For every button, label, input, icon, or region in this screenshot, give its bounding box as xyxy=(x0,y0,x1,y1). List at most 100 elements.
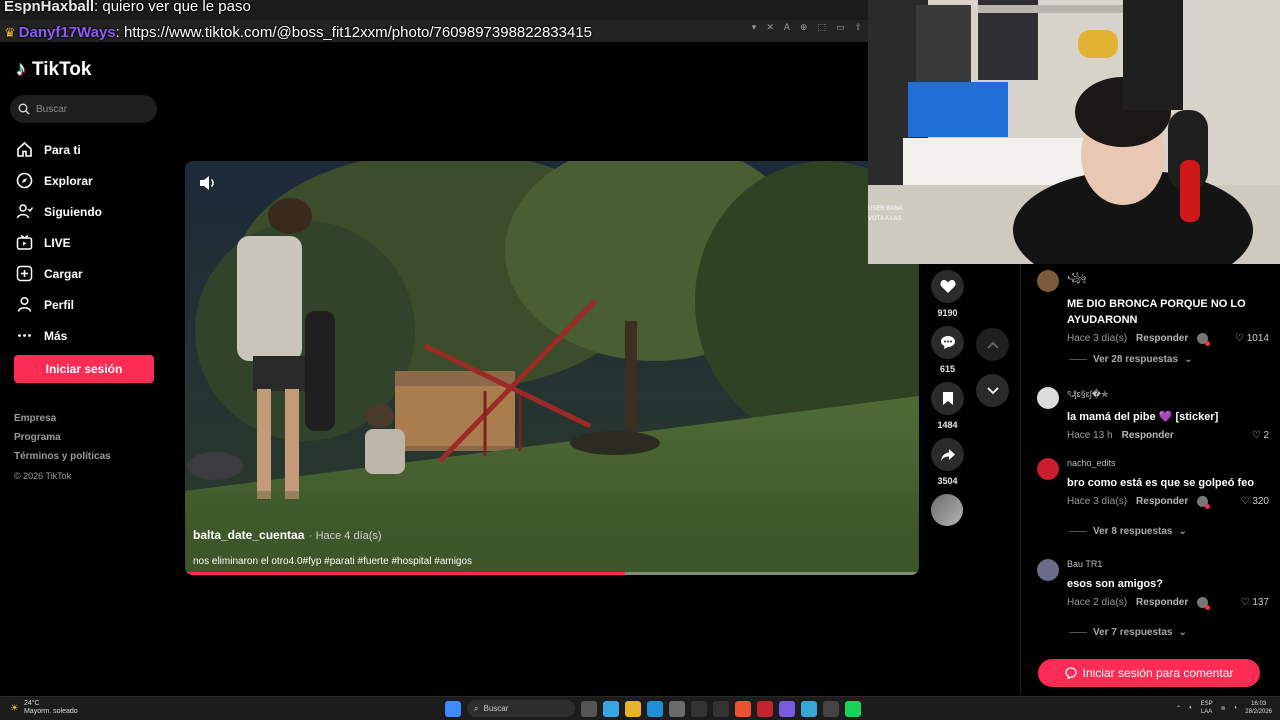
login-to-comment-button[interactable]: Iniciar sesión para comentar xyxy=(1038,659,1260,687)
tiktok-logo[interactable]: ♪ TikTok xyxy=(16,58,91,81)
search-input[interactable] xyxy=(36,103,146,115)
app-icon[interactable] xyxy=(801,700,817,717)
more-icon xyxy=(16,327,33,344)
creator-liked-avatar xyxy=(1197,496,1211,509)
reply-button[interactable]: Responder xyxy=(1136,333,1188,344)
start-icon[interactable] xyxy=(445,700,461,717)
comment-like-button[interactable]: ♡ 320 xyxy=(1241,496,1269,507)
app-icon[interactable] xyxy=(691,700,707,717)
comment-username[interactable]: nacho_edits xyxy=(1067,458,1277,468)
comment-text: ME DIO BRONCA PORQUE NO LO AYUDARONN xyxy=(1067,298,1246,326)
sidebar-item-perfil[interactable]: Perfil xyxy=(16,289,156,320)
save-button[interactable] xyxy=(931,382,964,415)
sidebar-item-para-ti[interactable]: Para ti xyxy=(16,134,156,165)
like-button[interactable] xyxy=(931,270,964,303)
footer-link-empresa[interactable]: Empresa xyxy=(14,412,111,431)
reply-button[interactable]: Responder xyxy=(1136,597,1188,608)
reply-button[interactable]: Responder xyxy=(1136,496,1188,507)
app-icon[interactable] xyxy=(669,700,685,717)
comment-body: nacho_edits bro como está es que se golp… xyxy=(1067,458,1277,509)
view-replies-button[interactable]: Ver 28 respuestas ⌄ xyxy=(1069,354,1192,365)
reply-button[interactable]: Responder xyxy=(1122,430,1174,441)
footer-link-programa[interactable]: Programa xyxy=(14,431,111,450)
comment-like-button[interactable]: ♡ 1014 xyxy=(1235,333,1269,344)
sidebar-item-label: LIVE xyxy=(44,235,71,250)
comment-like-count: 320 xyxy=(1252,496,1269,507)
view-replies-label: Ver 7 respuestas xyxy=(1093,627,1173,638)
window-icon[interactable]: ▭ xyxy=(836,22,845,33)
widgets-icon[interactable] xyxy=(603,700,619,717)
comment-username[interactable]: Bau TR1 xyxy=(1067,559,1277,569)
search-box[interactable] xyxy=(10,95,157,123)
app-icon[interactable] xyxy=(779,700,795,717)
sidebar-item-mas[interactable]: Más xyxy=(16,320,156,351)
avatar[interactable] xyxy=(1037,270,1059,292)
file-explorer-icon[interactable] xyxy=(625,700,641,717)
home-icon xyxy=(16,141,33,158)
comment-text: esos son amigos? xyxy=(1067,578,1163,590)
sound-avatar[interactable] xyxy=(931,494,963,526)
sidebar-item-label: Cargar xyxy=(44,266,83,281)
video-player[interactable]: balta_date_cuentaa · Hace 4 día(s) nos e… xyxy=(185,161,919,575)
sidebar-item-label: Perfil xyxy=(44,297,75,312)
comment-like-button[interactable]: ♡ 2 xyxy=(1252,430,1269,441)
bookmark-icon[interactable]: ▾ xyxy=(752,22,757,33)
video-progress-bar[interactable] xyxy=(185,572,919,575)
comment-time: Hace 3 día(s) xyxy=(1067,333,1128,344)
weather-widget[interactable]: ☀ 24°C Mayorm. soleado xyxy=(10,700,78,716)
logo-text: TikTok xyxy=(32,58,92,80)
view-replies-button[interactable]: Ver 7 respuestas ⌄ xyxy=(1069,627,1187,638)
comment-meta: Hace 13 h Responder ♡ 2 xyxy=(1067,430,1277,441)
sidebar-item-cargar[interactable]: Cargar xyxy=(16,258,156,289)
comment-button[interactable] xyxy=(931,326,964,359)
taskbar-search[interactable]: ⌕ Buscar xyxy=(467,700,575,717)
extensions-icon[interactable]: ⬚ xyxy=(817,22,826,33)
save-count: 1484 xyxy=(937,420,958,430)
crown-icon: ♛ xyxy=(4,25,16,40)
avatar[interactable] xyxy=(1037,559,1059,581)
share-button[interactable] xyxy=(931,438,964,471)
sidebar-item-label: Más xyxy=(44,328,68,343)
previous-video-button[interactable] xyxy=(976,328,1009,361)
next-video-button[interactable] xyxy=(976,374,1009,407)
comment-like-button[interactable]: ♡ 137 xyxy=(1241,597,1269,608)
sidebar-item-explorar[interactable]: Explorar xyxy=(16,165,156,196)
profile-icon xyxy=(16,296,33,313)
reader-icon[interactable]: A xyxy=(784,22,790,33)
comment-username[interactable]: ৎ₰ɛ§ɛʃ�✯ xyxy=(1067,387,1277,402)
language-indicator[interactable]: ESP LAA xyxy=(1201,700,1213,716)
chevron-up-icon[interactable]: ⌃ xyxy=(1176,705,1181,712)
tiktok-logo-icon: ♪ xyxy=(16,58,26,80)
sidebar-item-label: Siguiendo xyxy=(44,204,102,219)
obs-icon[interactable] xyxy=(823,700,839,717)
sidebar-item-live[interactable]: LIVE xyxy=(16,227,156,258)
volume-icon[interactable]: ◖ xyxy=(1234,705,1238,711)
share-icon[interactable]: ⇪ xyxy=(854,22,862,33)
video-progress-fill xyxy=(185,572,626,575)
app-icon[interactable] xyxy=(845,700,861,717)
app-icon[interactable] xyxy=(713,700,729,717)
system-tray: ⌃ ◐ ESP LAA ≋ ◖ 16:03 28/2/2026 xyxy=(1176,700,1272,716)
chat-username: EspnHaxball xyxy=(4,0,95,15)
login-button[interactable]: Iniciar sesión xyxy=(14,355,154,383)
comment-username[interactable]: ꧁ৡ xyxy=(1067,270,1277,289)
view-replies-button[interactable]: Ver 8 respuestas ⌄ xyxy=(1069,526,1187,537)
brave-icon[interactable] xyxy=(735,700,751,717)
task-view-icon[interactable] xyxy=(581,700,597,717)
sidebar-item-siguiendo[interactable]: Siguiendo xyxy=(16,196,156,227)
chevron-down-icon: ⌄ xyxy=(1184,354,1193,365)
comment-like-count: 1014 xyxy=(1246,333,1269,344)
app-icon[interactable] xyxy=(757,700,773,717)
edge-icon[interactable] xyxy=(647,700,663,717)
browser-icons: ▾ ✕ A ⊕ ⬚ ▭ ⇪ xyxy=(752,22,868,33)
footer-link-terminos[interactable]: Términos y políticas xyxy=(14,450,111,469)
clock[interactable]: 16:03 28/2/2026 xyxy=(1245,700,1272,716)
live-icon xyxy=(16,234,33,251)
video-author[interactable]: balta_date_cuentaa xyxy=(193,528,304,542)
zoom-icon[interactable]: ⊕ xyxy=(800,22,808,33)
translate-icon[interactable]: ✕ xyxy=(766,22,774,33)
avatar[interactable] xyxy=(1037,387,1059,409)
avatar[interactable] xyxy=(1037,458,1059,480)
wifi-icon[interactable]: ≋ xyxy=(1221,705,1226,712)
network-icon[interactable]: ◐ xyxy=(1189,705,1193,711)
